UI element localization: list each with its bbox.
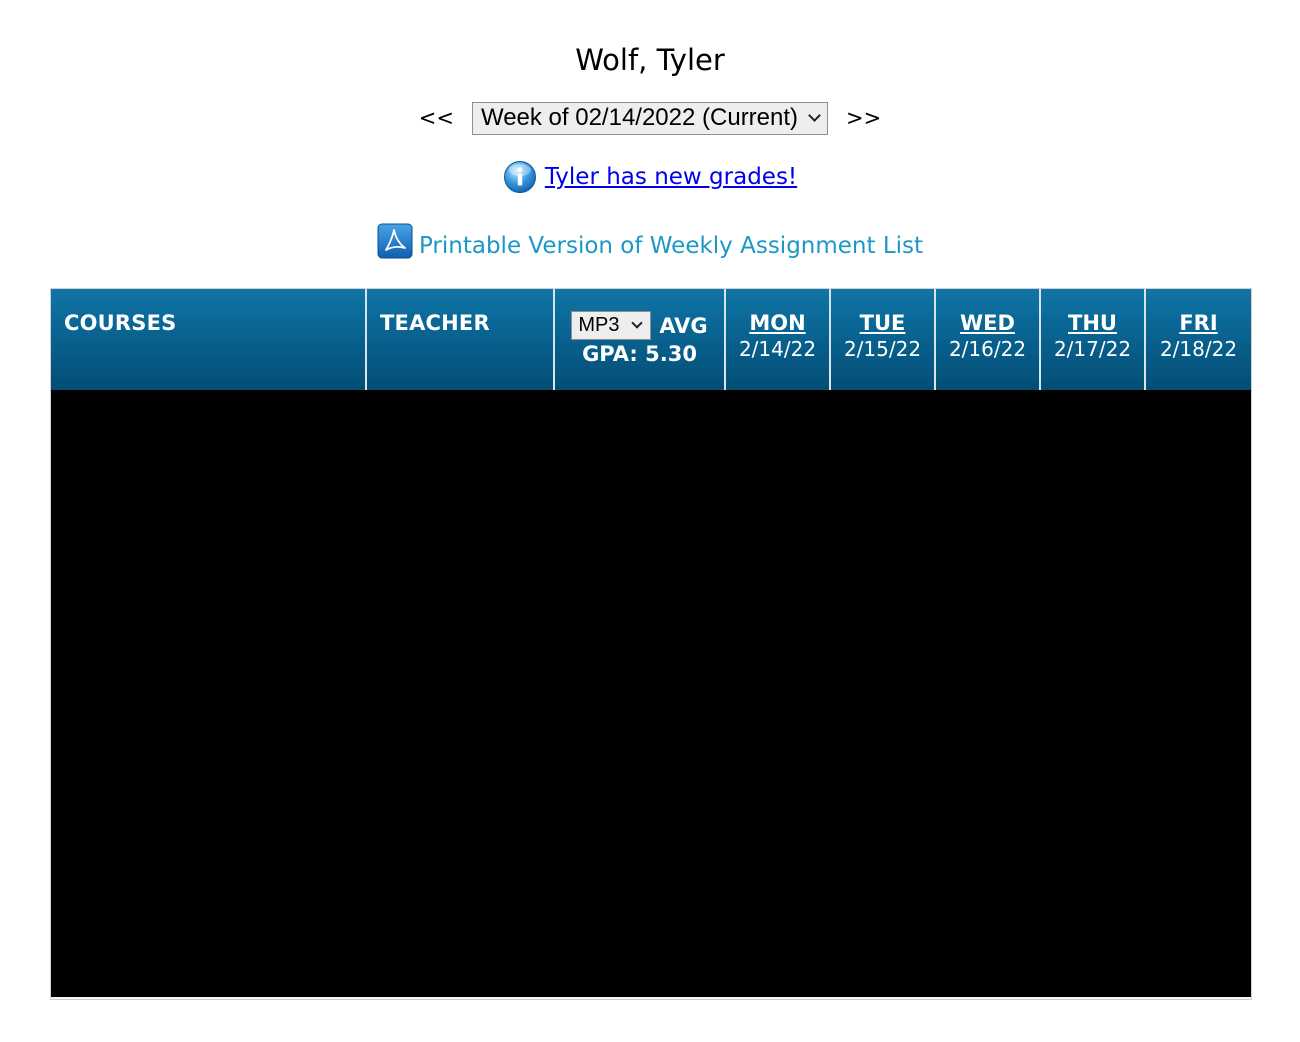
day-link-fri[interactable]: FRI (1146, 311, 1251, 335)
day-column-header-mon: MON 2/14/22 (726, 289, 831, 390)
chevron-down-icon (631, 317, 644, 329)
info-icon (503, 161, 536, 193)
avg-header-label: AVG (659, 313, 708, 338)
day-column-header-fri: FRI 2/18/22 (1146, 289, 1251, 390)
day-date-tue: 2/15/22 (843, 337, 922, 361)
day-date-mon: 2/14/22 (738, 337, 817, 361)
new-grades-notice: Tyler has new grades! (0, 157, 1300, 197)
printable-version: Printable Version of Weekly Assignment L… (0, 220, 1300, 266)
week-navigation: << Week of 02/14/2022 (Current) >> (0, 100, 1300, 136)
day-column-header-wed: WED 2/16/22 (936, 289, 1041, 390)
weekly-schedule-table: COURSES TEACHER MP3 AVG GPA: 5.30 MON 2/… (50, 288, 1252, 1000)
week-select-value: Week of 02/14/2022 (Current) (480, 104, 799, 131)
day-link-tue[interactable]: TUE (831, 311, 934, 335)
week-select[interactable]: Week of 02/14/2022 (Current) (471, 101, 829, 135)
chevron-down-icon (808, 109, 821, 122)
gpa-value: GPA: 5.30 (582, 342, 697, 366)
marking-period-value: MP3 (578, 314, 620, 336)
day-column-header-tue: TUE 2/15/22 (831, 289, 936, 390)
day-column-header-thu: THU 2/17/22 (1041, 289, 1146, 390)
printable-version-link[interactable]: Printable Version of Weekly Assignment L… (419, 226, 923, 266)
day-date-fri: 2/18/22 (1159, 337, 1238, 361)
new-grades-link[interactable]: Tyler has new grades! (545, 164, 797, 190)
day-date-wed: 2/16/22 (948, 337, 1027, 361)
marking-period-select[interactable]: MP3 (571, 311, 652, 340)
day-link-wed[interactable]: WED (936, 311, 1039, 335)
courses-column-header: COURSES (51, 289, 367, 390)
student-name: Wolf, Tyler (575, 43, 725, 77)
pdf-icon[interactable] (377, 223, 413, 259)
average-column-header: MP3 AVG GPA: 5.30 (555, 289, 726, 390)
next-week-button[interactable]: >> (846, 106, 881, 130)
day-date-thu: 2/17/22 (1053, 337, 1132, 361)
table-header-row: COURSES TEACHER MP3 AVG GPA: 5.30 MON 2/… (51, 289, 1251, 390)
teacher-column-header: TEACHER (367, 289, 555, 390)
day-link-thu[interactable]: THU (1041, 311, 1144, 335)
courses-header-label: COURSES (64, 311, 177, 335)
previous-week-button[interactable]: << (419, 106, 454, 130)
redacted-table-body (51, 390, 1251, 997)
teacher-header-label: TEACHER (380, 311, 490, 335)
day-link-mon[interactable]: MON (726, 311, 829, 335)
